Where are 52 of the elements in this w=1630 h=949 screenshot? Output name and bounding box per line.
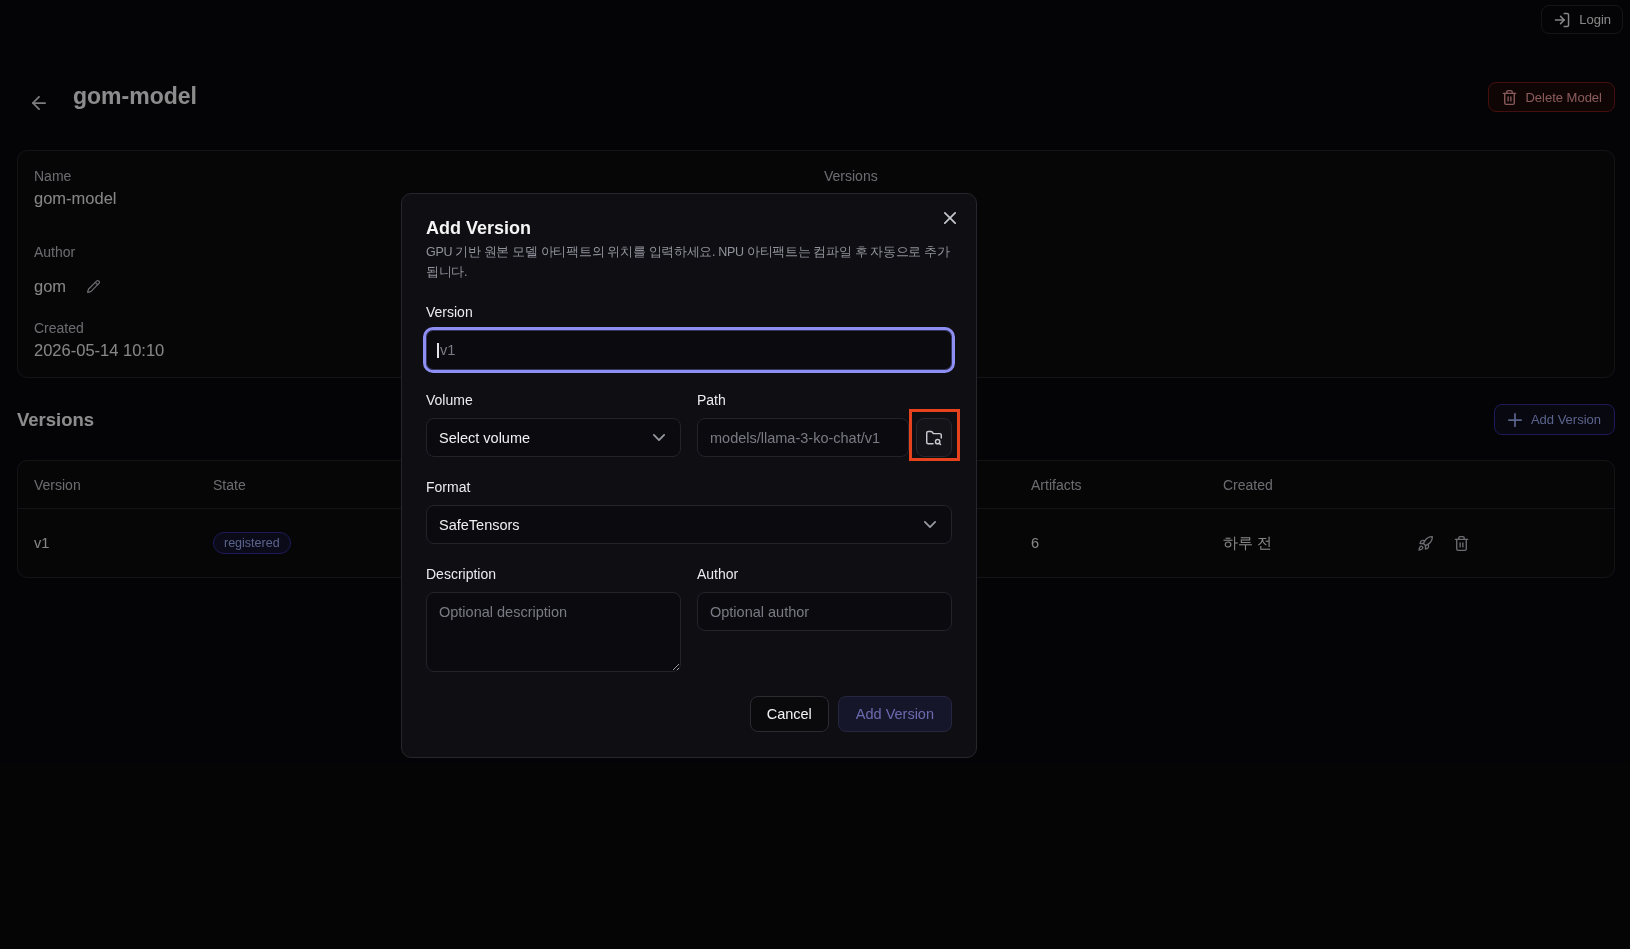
field-value: 2026-05-14 10:10	[34, 340, 165, 361]
field-label: Name	[34, 167, 72, 186]
field-label: Description	[426, 565, 497, 584]
close-icon	[944, 212, 956, 224]
trash-icon	[1502, 89, 1518, 105]
text-input[interactable]: Optional author	[697, 592, 952, 631]
path-input[interactable]: models/llama-3-ko-chat/v1	[697, 418, 909, 457]
textarea-field[interactable]: Optional description	[426, 592, 681, 672]
status-badge: registered	[213, 532, 291, 554]
field-label: Created	[34, 319, 84, 338]
dialog-description: GPU 기반 원본 모델 아티팩트의 위치를 입력하세요. NPU 아티팩트는 컴파일 후 자동으로 추가됩니다.	[426, 244, 951, 281]
login-button[interactable]: Login	[1541, 5, 1623, 34]
rocket-icon	[1418, 535, 1433, 551]
column-header: State	[213, 476, 246, 493]
close-button[interactable]	[942, 210, 958, 226]
field-value: gom	[34, 276, 67, 297]
section-title: Versions	[17, 408, 95, 432]
column-header: Created	[1223, 476, 1273, 493]
trash-icon	[1454, 535, 1469, 551]
browse-button[interactable]	[916, 418, 952, 457]
delete-button[interactable]	[1454, 535, 1469, 551]
text-cursor	[437, 343, 439, 358]
edit-button[interactable]	[87, 279, 101, 293]
rocket-button[interactable]	[1418, 535, 1433, 551]
back-button[interactable]	[32, 96, 46, 110]
plus-icon	[1507, 412, 1522, 427]
field-value: gom-model	[34, 188, 117, 209]
field-label: Path	[697, 391, 726, 410]
table-cell: 하루 전	[1223, 533, 1273, 553]
cancel-button[interactable]: Cancel	[749, 696, 829, 732]
delete-button[interactable]: Delete Model	[1488, 82, 1615, 112]
folder-search-icon	[926, 429, 942, 446]
page-title: gom-model	[73, 82, 197, 110]
table-cell: 6	[1031, 535, 1040, 551]
chevron-down-icon	[653, 434, 665, 441]
login-icon	[1554, 11, 1571, 28]
select-dropdown[interactable]: Select volume	[426, 418, 681, 457]
field-label: Format	[426, 478, 471, 497]
text-input[interactable]: v1	[423, 327, 955, 373]
field-label: Version	[426, 303, 473, 322]
field-label: Volume	[426, 391, 473, 410]
add-version-button[interactable]: Add Version	[1493, 404, 1615, 435]
table-cell: v1	[34, 535, 50, 551]
column-header: Artifacts	[1031, 476, 1082, 493]
chevron-down-icon	[924, 521, 936, 528]
field-label: Author	[34, 243, 76, 262]
column-header: Version	[34, 476, 81, 493]
dialog-title: Add Version	[426, 217, 533, 240]
pencil-icon	[87, 279, 101, 293]
select-dropdown[interactable]: SafeTensors	[426, 505, 952, 544]
field-label: Author	[697, 565, 739, 584]
field-label: Versions	[824, 167, 878, 186]
